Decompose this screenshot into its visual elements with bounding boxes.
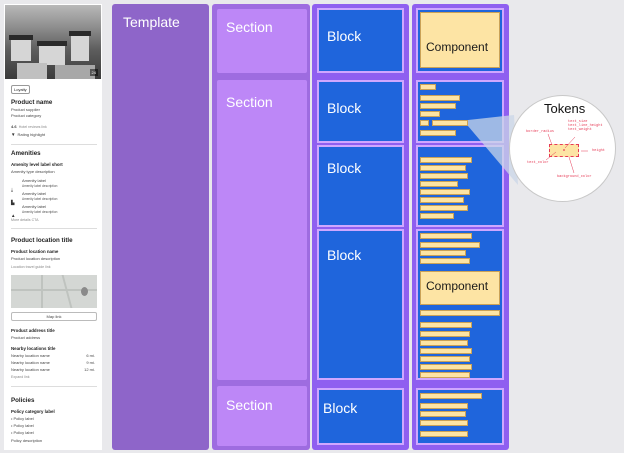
token-background-color: background_color [557,175,592,179]
token-leader-lines [545,133,588,174]
token-border-radius: border_radius [526,130,555,134]
token-text-weight: text_weight [568,128,592,132]
token-text-color: text_color [527,161,549,165]
token-height: height [592,149,605,153]
